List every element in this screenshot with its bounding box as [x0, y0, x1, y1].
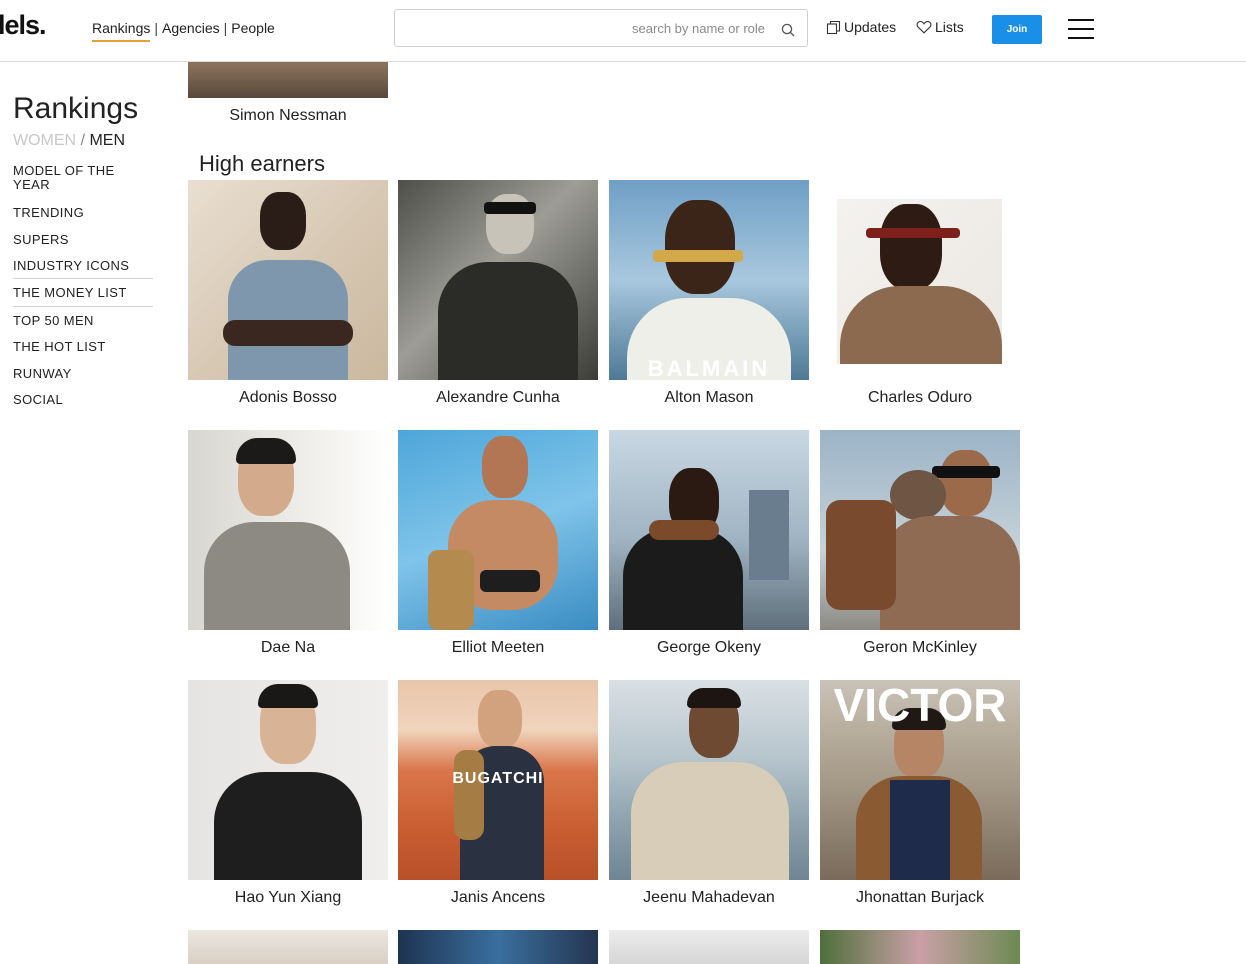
model-photo[interactable]: BUGATCHI: [398, 680, 598, 880]
model-card[interactable]: BUGATCHI Janis Ancens: [398, 680, 598, 907]
sidebar-item-top-50-men[interactable]: TOP 50 MEN: [13, 306, 153, 328]
sidebar-item-runway[interactable]: RUNWAY: [13, 367, 153, 381]
model-photo[interactable]: VICTOR: [820, 680, 1020, 880]
model-card[interactable]: [820, 930, 1020, 964]
model-card[interactable]: [188, 930, 388, 964]
model-photo[interactable]: [609, 680, 809, 880]
model-name[interactable]: Dae Na: [188, 639, 388, 657]
model-card[interactable]: Jeenu Mahadevan: [609, 680, 809, 907]
brand-watermark: VICTOR: [833, 680, 1007, 731]
model-card[interactable]: Elliot Meeten: [398, 430, 598, 657]
model-name[interactable]: Janis Ancens: [398, 889, 598, 907]
gender-switch: WOMEN / MEN: [13, 132, 126, 149]
model-photo[interactable]: [820, 930, 1020, 964]
sidebar-item-the-money-list[interactable]: THE MONEY LIST: [13, 278, 153, 306]
join-button[interactable]: Join: [992, 15, 1042, 44]
model-photo[interactable]: [188, 680, 388, 880]
model-name[interactable]: Adonis Bosso: [188, 389, 388, 407]
brand-watermark: BALMAIN: [647, 356, 771, 380]
model-card[interactable]: Hao Yun Xiang: [188, 680, 388, 907]
model-photo[interactable]: [820, 430, 1020, 630]
model-card[interactable]: BALMAIN Alton Mason: [609, 180, 809, 407]
model-card[interactable]: Dae Na: [188, 430, 388, 657]
model-photo[interactable]: [188, 180, 388, 380]
model-name[interactable]: Hao Yun Xiang: [188, 889, 388, 907]
top-nav: Rankings | Agencies | People: [92, 20, 275, 42]
sidebar-item-model-of-the-year[interactable]: MODEL OF THE YEAR: [13, 164, 133, 194]
model-name[interactable]: Alton Mason: [609, 389, 809, 407]
gender-men-link[interactable]: MEN: [89, 132, 125, 149]
model-card[interactable]: [398, 930, 598, 964]
model-card[interactable]: Adonis Bosso: [188, 180, 388, 407]
heart-icon: [916, 20, 932, 34]
model-name[interactable]: Elliot Meeten: [398, 639, 598, 657]
sidebar-item-supers[interactable]: SUPERS: [13, 233, 153, 247]
section-title: High earners: [199, 151, 325, 176]
model-name[interactable]: Alexandre Cunha: [398, 389, 598, 407]
search-input[interactable]: [403, 16, 765, 40]
sidebar-item-the-hot-list[interactable]: THE HOT LIST: [13, 340, 153, 354]
model-card[interactable]: [609, 930, 809, 964]
gender-women-link[interactable]: WOMEN: [13, 132, 76, 149]
model-photo[interactable]: [609, 430, 809, 630]
rankings-menu: MODEL OF THE YEAR TRENDING SUPERS INDUST…: [13, 164, 153, 407]
model-photo[interactable]: [398, 430, 598, 630]
model-name[interactable]: Jeenu Mahadevan: [609, 889, 809, 907]
model-name[interactable]: Jhonattan Burjack: [820, 889, 1020, 907]
search-box: [394, 9, 808, 47]
model-photo[interactable]: [188, 430, 388, 630]
model-card[interactable]: Geron McKinley: [820, 430, 1020, 657]
site-logo[interactable]: lels.: [0, 10, 47, 41]
model-photo[interactable]: BALMAIN: [609, 180, 809, 380]
lists-link[interactable]: Lists: [916, 19, 964, 35]
updates-link[interactable]: Updates: [826, 19, 896, 35]
model-photo[interactable]: [820, 180, 1020, 380]
model-name[interactable]: George Okeny: [609, 639, 809, 657]
model-photo[interactable]: [609, 930, 809, 964]
model-photo[interactable]: [398, 930, 598, 964]
model-card[interactable]: Alexandre Cunha: [398, 180, 598, 407]
brand-watermark: BUGATCHI: [452, 770, 544, 787]
hamburger-menu-icon[interactable]: [1068, 19, 1094, 39]
updates-icon: [826, 20, 841, 34]
rankings-title: Rankings: [13, 92, 139, 125]
search-icon[interactable]: [781, 23, 795, 37]
sidebar-item-social[interactable]: SOCIAL: [13, 393, 153, 407]
model-card[interactable]: VICTOR Jhonattan Burjack: [820, 680, 1020, 907]
model-photo-previous[interactable]: [188, 62, 388, 98]
model-name-previous[interactable]: Simon Nessman: [188, 107, 388, 125]
model-card[interactable]: George Okeny: [609, 430, 809, 657]
model-card[interactable]: Charles Oduro: [820, 180, 1020, 407]
sidebar-item-industry-icons[interactable]: INDUSTRY ICONS: [13, 259, 153, 273]
model-name[interactable]: Geron McKinley: [820, 639, 1020, 657]
nav-rankings[interactable]: Rankings: [92, 20, 151, 42]
lists-label: Lists: [935, 19, 964, 35]
model-name[interactable]: Charles Oduro: [820, 389, 1020, 407]
top-bar: lels. Rankings|Agencies|People Updates L…: [0, 0, 1246, 62]
sidebar-item-trending[interactable]: TRENDING: [13, 206, 153, 220]
nav-people[interactable]: People: [231, 20, 275, 36]
model-photo[interactable]: [398, 180, 598, 380]
nav-agencies[interactable]: Agencies: [162, 20, 220, 36]
updates-label: Updates: [844, 19, 897, 35]
model-photo[interactable]: [188, 930, 388, 964]
